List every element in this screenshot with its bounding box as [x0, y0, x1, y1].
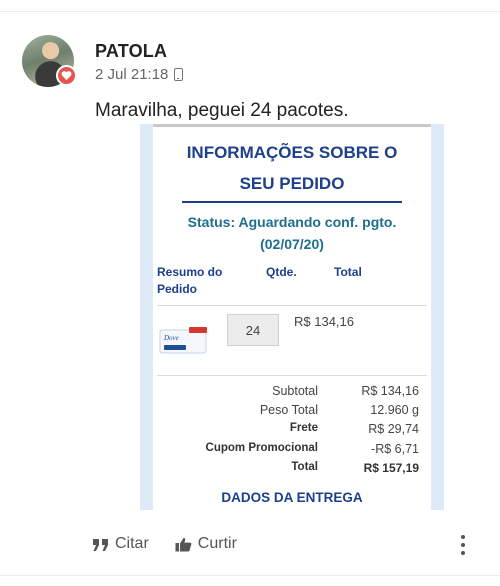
post-text: Maravilha, peguei 24 pacotes.: [95, 100, 349, 121]
product-image: Dove: [159, 327, 207, 354]
column-header-total: Total: [334, 265, 362, 279]
delivery-heading: DADOS DA ENTREGA: [221, 490, 363, 505]
summary-label: Peso Total: [259, 403, 318, 417]
order-screenshot-image[interactable]: INFORMAÇÕES SOBRE O SEU PEDIDO Status: A…: [140, 124, 444, 510]
table-divider: [157, 375, 427, 376]
table-divider: [157, 305, 427, 306]
order-status-date: (02/07/20): [260, 236, 324, 252]
order-status: Status: Aguardando conf. pgto.: [187, 214, 397, 230]
summary-value: R$ 29,74: [368, 422, 419, 436]
summary-label: Cupom Promocional: [205, 442, 318, 454]
more-vertical-icon[interactable]: [459, 535, 467, 555]
summary-row-weight: Peso Total 12.960 g: [153, 403, 419, 421]
summary-value: R$ 134,16: [361, 384, 419, 398]
post-timestamp: 2 Jul 21:18: [95, 66, 169, 83]
post-actions: Citar Curtir: [92, 535, 237, 553]
item-total: R$ 134,16: [294, 314, 354, 329]
summary-value: R$ 157,19: [363, 461, 419, 475]
summary-row-coupon: Cupom Promocional -R$ 6,71: [153, 442, 419, 460]
bottom-divider: [0, 575, 500, 576]
like-label: Curtir: [197, 535, 237, 552]
quote-icon: [93, 538, 108, 551]
column-header-quantity: Qtde.: [266, 265, 297, 279]
title-underline: [182, 201, 402, 203]
mobile-phone-icon: [174, 68, 184, 81]
summary-label: Frete: [289, 422, 318, 434]
thumbs-up-icon: [175, 537, 192, 551]
summary-row-total: Total R$ 157,19: [153, 461, 419, 479]
quantity-field: 24: [227, 314, 279, 346]
summary-row-shipping: Frete R$ 29,74: [153, 422, 419, 440]
post-meta: 2 Jul 21:18: [95, 66, 184, 83]
column-header-summary: Resumo do Pedido: [157, 265, 223, 296]
product-brand-logo: Dove: [163, 334, 179, 342]
heart-icon: [56, 65, 77, 86]
order-info-title-line2: SEU PEDIDO: [239, 174, 345, 193]
summary-row-subtotal: Subtotal R$ 134,16: [153, 384, 419, 402]
summary-label: Total: [291, 461, 318, 473]
summary-value: 12.960 g: [370, 403, 419, 417]
top-divider: [0, 0, 500, 12]
quote-label: Citar: [115, 535, 149, 552]
author-name[interactable]: PATOLA: [95, 41, 167, 62]
summary-label: Subtotal: [272, 384, 318, 398]
quote-button[interactable]: Citar: [92, 535, 149, 553]
like-button[interactable]: Curtir: [175, 535, 237, 553]
summary-value: -R$ 6,71: [371, 442, 419, 456]
order-info-title-line1: INFORMAÇÕES SOBRE O: [186, 143, 398, 162]
